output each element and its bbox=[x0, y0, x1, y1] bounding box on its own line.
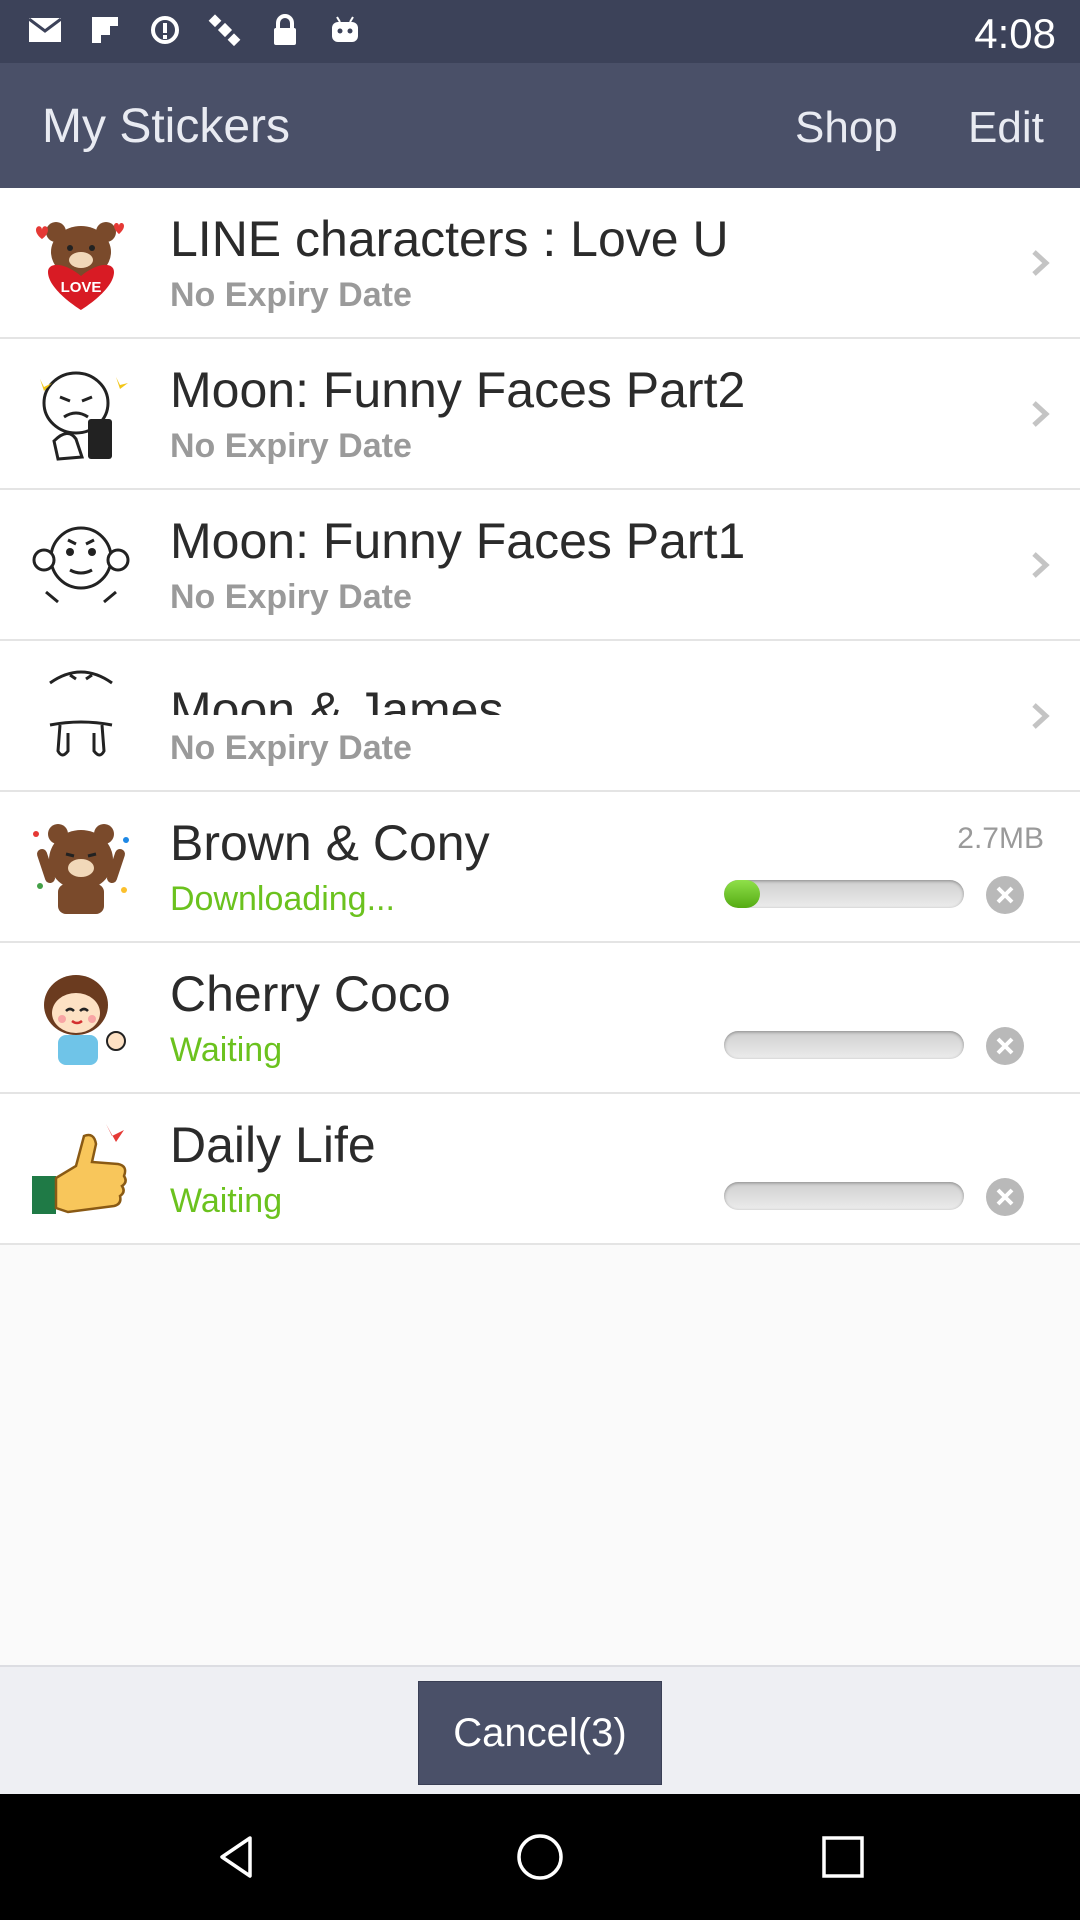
chevron-right-icon bbox=[1030, 550, 1052, 580]
sticker-row[interactable]: Moon & James No Expiry Date bbox=[0, 641, 1080, 792]
shop-button[interactable]: Shop bbox=[795, 103, 898, 153]
status-bar: 4:08 bbox=[0, 0, 1080, 63]
lock-icon bbox=[266, 12, 304, 48]
close-icon bbox=[996, 1037, 1014, 1055]
download-name: Brown & Cony bbox=[170, 815, 490, 871]
home-button[interactable] bbox=[515, 1832, 565, 1882]
sticker-expiry: No Expiry Date bbox=[170, 427, 412, 465]
back-button[interactable] bbox=[212, 1832, 262, 1882]
sticker-name: LINE characters : Love U bbox=[170, 211, 729, 267]
download-row: Daily Life Waiting bbox=[0, 1094, 1080, 1245]
cancel-download-button[interactable] bbox=[986, 1178, 1024, 1216]
download-name: Cherry Coco bbox=[170, 966, 451, 1022]
footer-bar: Cancel(3) bbox=[0, 1665, 1080, 1795]
home-icon bbox=[517, 1834, 563, 1880]
cherry-coco-sticker-icon bbox=[28, 965, 134, 1071]
thumbs-up-sticker-icon bbox=[28, 1116, 134, 1222]
progress-bar bbox=[724, 1182, 964, 1210]
navigation-bar bbox=[0, 1794, 1080, 1920]
sticker-expiry: No Expiry Date bbox=[170, 276, 412, 314]
sticker-name: Moon: Funny Faces Part1 bbox=[170, 513, 746, 569]
app-bar: My Stickers Shop Edit bbox=[0, 63, 1080, 188]
edit-button[interactable]: Edit bbox=[968, 103, 1044, 153]
recents-button[interactable] bbox=[818, 1832, 868, 1882]
sticker-name: Moon: Funny Faces Part2 bbox=[170, 362, 746, 418]
clock: 4:08 bbox=[974, 10, 1056, 57]
love-bear-sticker-icon: LOVE bbox=[28, 210, 134, 316]
download-status: Waiting bbox=[170, 1031, 283, 1069]
moon-phone-sticker-icon bbox=[28, 361, 134, 467]
sticker-row[interactable]: Moon: Funny Faces Part2 No Expiry Date bbox=[0, 339, 1080, 490]
download-row: Brown & Cony Downloading... 2.7MB bbox=[0, 792, 1080, 943]
sticker-expiry: No Expiry Date bbox=[170, 729, 412, 767]
close-icon bbox=[996, 1188, 1014, 1206]
cancel-all-button[interactable]: Cancel(3) bbox=[418, 1681, 662, 1785]
download-status: Waiting bbox=[170, 1182, 283, 1220]
android-icon bbox=[326, 12, 364, 48]
satellite-icon bbox=[206, 12, 244, 48]
sticker-expiry: No Expiry Date bbox=[170, 578, 412, 616]
close-icon bbox=[996, 886, 1014, 904]
sticker-list: LOVE LINE characters : Love U No Expiry … bbox=[0, 188, 1080, 1245]
download-status: Downloading... bbox=[170, 880, 395, 918]
chevron-right-icon bbox=[1030, 399, 1052, 429]
download-row: Cherry Coco Waiting bbox=[0, 943, 1080, 1094]
data-saver-icon bbox=[146, 12, 184, 48]
download-name: Daily Life bbox=[170, 1117, 376, 1173]
sticker-row[interactable]: Moon: Funny Faces Part1 No Expiry Date bbox=[0, 490, 1080, 641]
file-size: 2.7MB bbox=[957, 822, 1044, 855]
brown-bear-sticker-icon bbox=[28, 814, 134, 920]
cancel-download-button[interactable] bbox=[986, 1027, 1024, 1065]
cancel-download-button[interactable] bbox=[986, 876, 1024, 914]
sticker-row[interactable]: LOVE LINE characters : Love U No Expiry … bbox=[0, 188, 1080, 339]
progress-bar bbox=[724, 880, 964, 908]
mail-icon bbox=[26, 12, 64, 48]
sticker-name: Moon & James bbox=[170, 682, 504, 715]
flipboard-icon bbox=[86, 12, 124, 48]
chevron-right-icon bbox=[1030, 701, 1052, 731]
moon-james-sticker-icon bbox=[28, 663, 134, 769]
chevron-right-icon bbox=[1030, 248, 1052, 278]
recents-icon bbox=[822, 1836, 864, 1878]
page-title: My Stickers bbox=[42, 100, 291, 153]
progress-bar bbox=[724, 1031, 964, 1059]
moon-fists-sticker-icon bbox=[28, 512, 134, 618]
back-icon bbox=[220, 1836, 252, 1878]
svg-text:LOVE: LOVE bbox=[61, 279, 102, 296]
